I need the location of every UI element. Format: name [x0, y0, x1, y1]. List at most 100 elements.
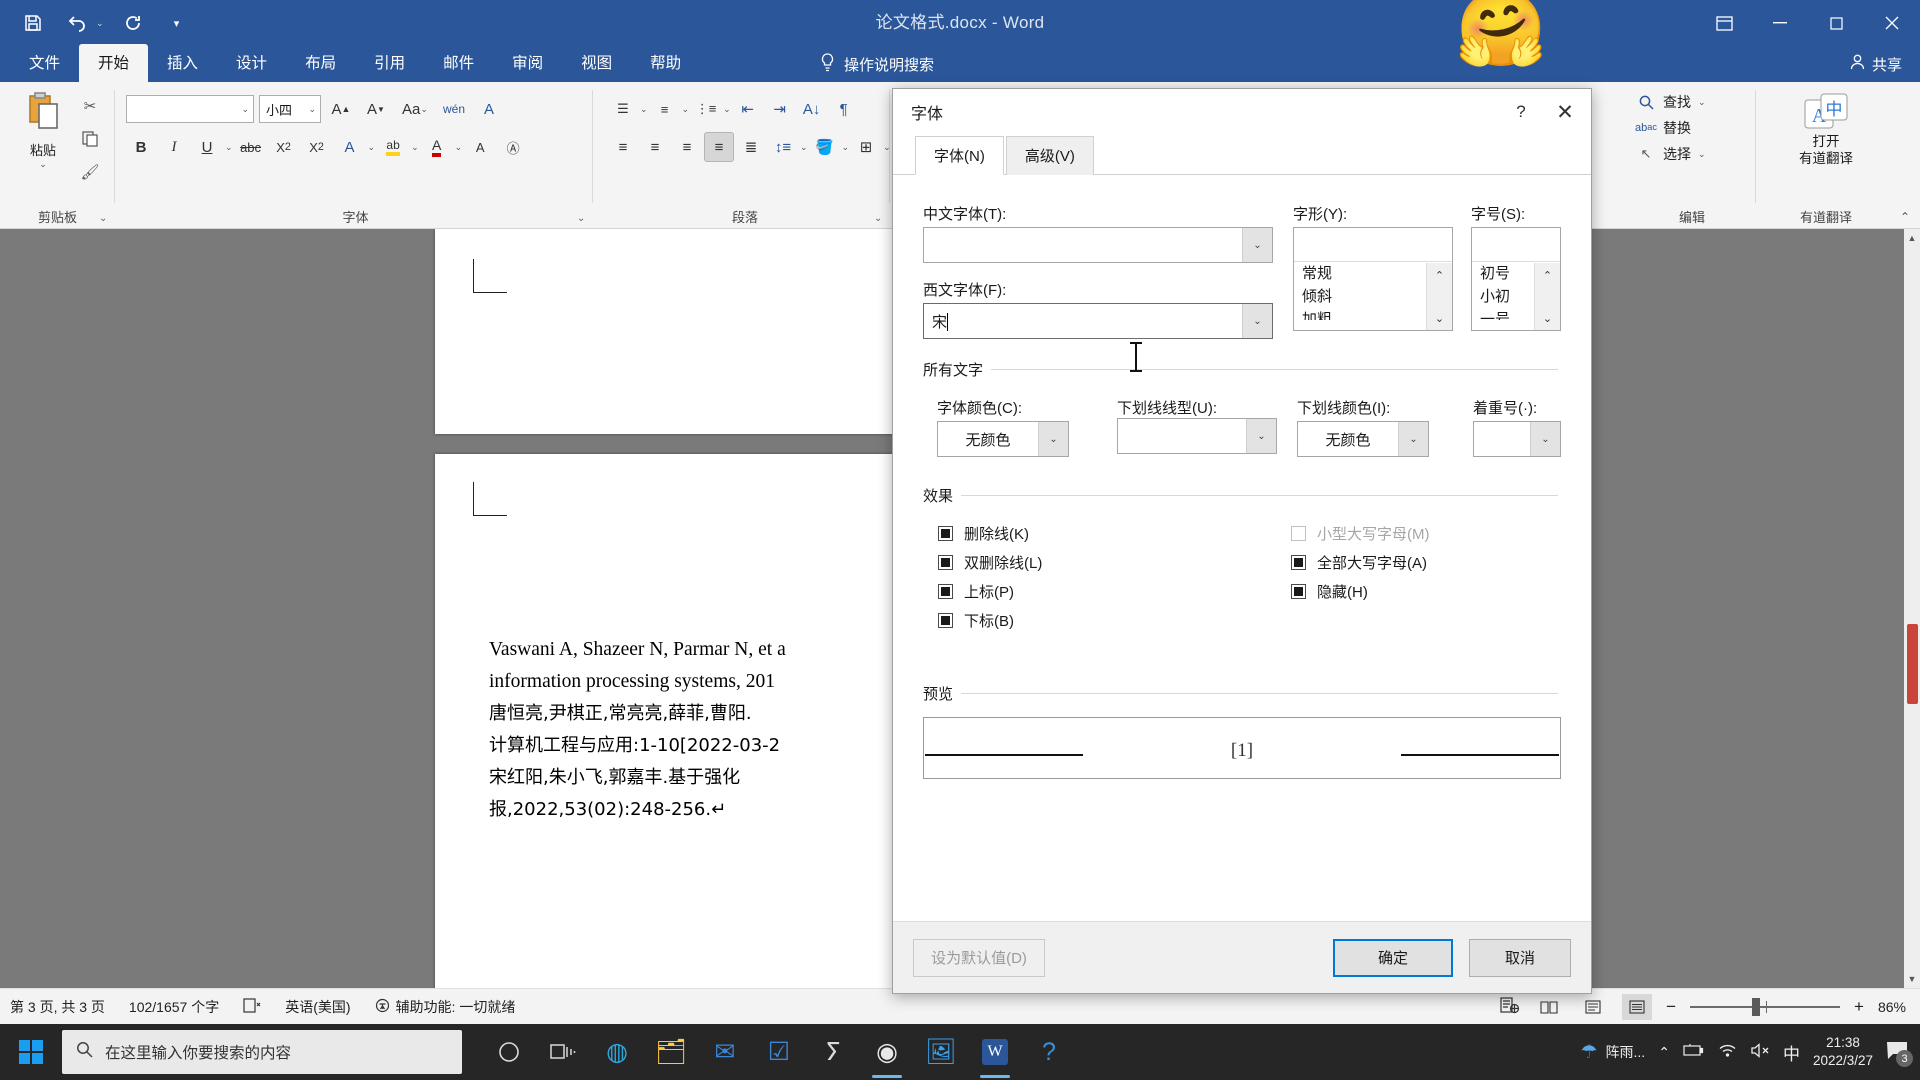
style-value-field[interactable] — [1294, 228, 1452, 262]
shading-icon[interactable]: 🪣 — [810, 132, 840, 162]
chevron-down-icon[interactable]: ⌄ — [1038, 422, 1068, 456]
ribbon-tab-review[interactable]: 审阅 — [493, 44, 562, 82]
restore-button[interactable] — [1808, 0, 1864, 46]
justify-icon[interactable]: ≡ — [704, 132, 734, 162]
zoom-out-button[interactable]: − — [1666, 997, 1676, 1017]
checkbox-box[interactable] — [938, 555, 953, 570]
shrink-font-icon[interactable]: A ▼ — [361, 94, 391, 124]
shading-dropdown-icon[interactable]: ⌄ — [842, 142, 850, 153]
volume-muted-icon[interactable] — [1750, 1043, 1770, 1061]
phonetic-guide-icon[interactable]: wén — [439, 94, 469, 124]
wifi-icon[interactable] — [1718, 1043, 1737, 1061]
chevron-down-icon[interactable]: ⌄ — [1398, 422, 1428, 456]
checkbox-box[interactable] — [1291, 555, 1306, 570]
copy-icon[interactable] — [78, 127, 102, 151]
scroll-down-icon[interactable]: ⌄ — [1535, 306, 1560, 330]
latin-font-value[interactable]: 宋 — [924, 311, 1242, 332]
scroll-down-icon[interactable]: ⌄ — [1427, 306, 1452, 330]
notification-center-button[interactable]: 3 — [1886, 1041, 1913, 1067]
scroll-down-icon[interactable]: ▼ — [1905, 972, 1919, 986]
change-case-icon[interactable]: Aa ⌄ — [396, 94, 434, 124]
weather-widget[interactable]: ☂ 阵雨... — [1580, 1041, 1645, 1064]
tell-me-search[interactable]: 操作说明搜索 — [820, 46, 934, 82]
text-effects-dropdown-icon[interactable]: ⌄ — [368, 142, 376, 153]
word-count[interactable]: 102/1657 个字 — [129, 997, 219, 1017]
ribbon-tab-insert[interactable]: 插入 — [148, 44, 217, 82]
distributed-icon[interactable]: ≣ — [736, 132, 766, 162]
accessibility-indicator[interactable]: 辅助功能: 一切就绪 — [375, 997, 515, 1017]
cjk-font-combo[interactable]: ⌄ — [923, 227, 1273, 263]
task-view-icon[interactable] — [538, 1024, 588, 1080]
zoom-level-label[interactable]: 86% — [1878, 999, 1906, 1015]
ribbon-tab-references[interactable]: 引用 — [355, 44, 424, 82]
spell-check-icon[interactable] — [243, 997, 261, 1016]
ribbon-tab-help[interactable]: 帮助 — [631, 44, 700, 82]
web-layout-view-icon[interactable] — [1622, 993, 1653, 1020]
chevron-down-icon[interactable]: ⌄ — [241, 104, 249, 115]
paragraph-dialog-launcher[interactable]: ⌄ — [874, 213, 886, 225]
edge-icon[interactable]: ◍ — [592, 1024, 642, 1080]
text-highlight-icon[interactable]: ab — [378, 132, 408, 162]
tab-font[interactable]: 字体(N) — [915, 136, 1004, 175]
underline-style-combo[interactable]: ⌄ — [1117, 418, 1277, 454]
close-button[interactable] — [1864, 0, 1920, 46]
ribbon-tab-mailings[interactable]: 邮件 — [424, 44, 493, 82]
find-button[interactable]: 查找 ⌄ — [1636, 92, 1706, 112]
show-hidden-icons[interactable]: ⌃ — [1658, 1044, 1670, 1061]
ribbon-tab-layout[interactable]: 布局 — [286, 44, 355, 82]
bold-button[interactable]: B — [126, 132, 156, 162]
grow-font-icon[interactable]: A ▲ — [326, 94, 356, 124]
font-color-icon[interactable]: A — [422, 132, 452, 162]
checkbox-box[interactable] — [938, 526, 953, 541]
clock[interactable]: 21:38 2022/3/27 — [1813, 1034, 1873, 1070]
checkbox-strikethrough[interactable]: 删除线(K) — [938, 523, 1029, 544]
ribbon-tab-design[interactable]: 设计 — [217, 44, 286, 82]
italic-button[interactable]: I — [159, 132, 189, 162]
print-layout-icon[interactable] — [1578, 994, 1608, 1020]
cortana-circle-icon[interactable] — [484, 1024, 534, 1080]
align-right-icon[interactable]: ≡ — [672, 132, 702, 162]
font-name-box[interactable]: ⌄ — [126, 95, 254, 123]
highlight-dropdown-icon[interactable]: ⌄ — [411, 142, 419, 153]
bullets-dropdown-icon[interactable]: ⌄ — [640, 104, 648, 115]
checkbox-all-caps[interactable]: 全部大写字母(A) — [1291, 552, 1427, 573]
vertical-scrollbar[interactable]: ▲ ▼ — [1904, 229, 1920, 988]
font-color-dropdown-icon[interactable]: ⌄ — [455, 142, 463, 153]
style-scrollbar[interactable]: ⌃ ⌄ — [1426, 263, 1452, 330]
checkbox-subscript[interactable]: 下标(B) — [938, 610, 1014, 631]
decrease-indent-icon[interactable]: ⇤ — [733, 94, 763, 124]
ribbon-tab-file[interactable]: 文件 — [10, 44, 79, 82]
superscript-button[interactable]: X2 — [302, 132, 332, 162]
underline-color-combo[interactable]: 无颜色 ⌄ — [1297, 421, 1429, 457]
zoom-in-button[interactable]: + — [1854, 997, 1864, 1017]
checkbox-box[interactable] — [1291, 584, 1306, 599]
subscript-button[interactable]: X2 — [269, 132, 299, 162]
size-listbox[interactable]: 初号 小初 一号 ⌃ ⌄ — [1471, 227, 1561, 331]
size-scrollbar[interactable]: ⌃ ⌄ — [1534, 263, 1560, 330]
help-icon[interactable]: ? — [1499, 92, 1543, 132]
font-size-box[interactable]: 小四 ⌄ — [259, 95, 321, 123]
underline-dropdown-icon[interactable]: ⌄ — [225, 142, 233, 153]
chevron-down-icon[interactable]: ⌄ — [1530, 422, 1560, 456]
todo-icon[interactable]: ☑ — [754, 1024, 804, 1080]
close-icon[interactable]: ✕ — [1543, 92, 1587, 132]
paste-button[interactable]: 粘贴 ⌄ — [10, 92, 76, 170]
input-method-indicator[interactable]: 中 — [1783, 1040, 1800, 1065]
show-marks-icon[interactable]: ¶ — [829, 94, 859, 124]
checkbox-box[interactable] — [938, 613, 953, 628]
tab-advanced[interactable]: 高级(V) — [1005, 136, 1094, 175]
font-color-combo[interactable]: 无颜色 ⌄ — [937, 421, 1069, 457]
photos-icon[interactable]: 🖼 — [916, 1024, 966, 1080]
zoom-slider[interactable] — [1690, 997, 1841, 1016]
clipboard-dialog-launcher[interactable]: ⌄ — [99, 213, 111, 225]
line-spacing-icon[interactable]: ↕≡ — [768, 132, 798, 162]
chevron-down-icon[interactable]: ⌄ — [1242, 228, 1272, 262]
search-input[interactable]: 在这里输入你要搜索的内容 — [62, 1030, 462, 1074]
latin-font-combo[interactable]: 宋 ⌄ — [923, 303, 1273, 339]
checkbox-hidden[interactable]: 隐藏(H) — [1291, 581, 1368, 602]
page-indicator[interactable]: 第 3 页, 共 3 页 — [10, 997, 105, 1017]
chevron-down-icon[interactable]: ⌄ — [1242, 304, 1272, 338]
word-icon[interactable]: W — [970, 1024, 1020, 1080]
paste-dropdown-icon[interactable]: ⌄ — [10, 159, 76, 170]
chevron-down-icon[interactable]: ⌄ — [1246, 419, 1276, 453]
